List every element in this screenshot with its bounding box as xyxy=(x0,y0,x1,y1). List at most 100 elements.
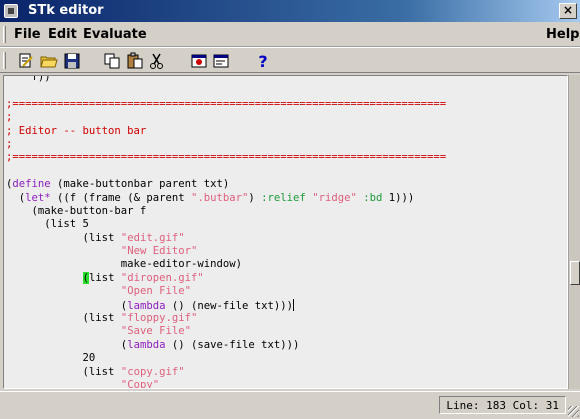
code-line: (list "copy.gif" xyxy=(6,366,446,379)
code-token: (make-buttonbar parent txt) xyxy=(50,178,230,191)
code-line: (list "floppy.gif" xyxy=(6,312,446,325)
code-token: (make-button-bar f xyxy=(6,204,147,217)
code-token: make-editor-window) xyxy=(6,258,242,271)
code-token-comment: ; xyxy=(6,111,13,124)
code-line: make-editor-window) xyxy=(6,258,446,271)
toolbar: ? xyxy=(0,47,580,73)
resize-grip[interactable] xyxy=(568,406,579,417)
title-bar[interactable]: STk editor × xyxy=(0,0,580,22)
code-token-kw: define xyxy=(12,178,51,191)
code-token: (list 5 xyxy=(6,218,89,231)
cut-button[interactable] xyxy=(148,52,166,70)
col-number: 31 xyxy=(545,399,559,412)
code-token-sym: :bd xyxy=(363,191,383,204)
open-file-button[interactable] xyxy=(40,52,58,70)
code-line: ;=======================================… xyxy=(6,151,446,164)
code-text[interactable]: f)) ;===================================… xyxy=(6,75,446,389)
new-editor-button[interactable] xyxy=(17,52,35,70)
code-line: (list "diropen.gif" xyxy=(6,271,446,285)
copy-icon xyxy=(104,53,120,69)
code-token-comment: ;=======================================… xyxy=(6,151,447,164)
code-line: (let* ((f (frame (& parent ".butbar") :r… xyxy=(6,192,446,205)
code-token-str: "Open File" xyxy=(120,285,191,298)
help-icon: ? xyxy=(258,52,267,70)
code-line: (make-button-bar f xyxy=(6,205,446,218)
line-label: Line: xyxy=(446,399,480,412)
code-line: (list 5 xyxy=(6,218,446,231)
paste-icon xyxy=(127,52,143,69)
code-line: (define (make-buttonbar parent txt) xyxy=(6,178,446,191)
copy-button[interactable] xyxy=(103,52,121,70)
code-line: (lambda () (save-file txt))) xyxy=(6,339,446,352)
code-token-str: "edit.gif" xyxy=(120,231,185,244)
code-token: ( xyxy=(6,338,128,351)
code-token: 1))) xyxy=(382,191,415,204)
code-line: 20 xyxy=(6,352,446,365)
load-button[interactable] xyxy=(190,52,208,70)
code-token-str: "New Editor" xyxy=(120,245,198,258)
vertical-scrollbar[interactable] xyxy=(568,75,580,389)
code-token: (list xyxy=(6,231,121,244)
code-token-sym: :relief xyxy=(261,191,306,204)
menu-file[interactable]: File xyxy=(14,27,41,42)
paste-button[interactable] xyxy=(126,52,144,70)
window-icon xyxy=(213,54,229,68)
code-token: () (save-file txt))) xyxy=(165,338,300,351)
help-button[interactable]: ? xyxy=(254,52,272,70)
col-label: Col: xyxy=(512,399,540,412)
code-line: "New Editor" xyxy=(6,245,446,258)
save-file-button[interactable] xyxy=(63,52,81,70)
code-token: (list xyxy=(6,365,121,378)
status-bar: Line: 183 Col: 31 xyxy=(0,391,580,419)
window-title: STk editor xyxy=(28,3,104,18)
code-line: ; xyxy=(6,138,446,151)
menu-edit[interactable]: Edit xyxy=(48,27,77,42)
code-line: ;=======================================… xyxy=(6,98,446,111)
code-line: "Open File" xyxy=(6,285,446,298)
close-window-button[interactable]: × xyxy=(559,3,577,19)
code-token-comment: ; xyxy=(6,137,13,150)
load-icon xyxy=(191,54,207,68)
code-editor[interactable]: f)) ;===================================… xyxy=(3,75,568,389)
line-number: 183 xyxy=(486,399,506,412)
menubar-grip xyxy=(3,26,6,43)
code-token-str: "floppy.gif" xyxy=(120,312,198,325)
code-token: ) xyxy=(248,191,262,204)
code-token-str: "Save File" xyxy=(120,325,191,338)
code-line: f)) xyxy=(6,75,446,84)
code-token: ((f (frame (& parent xyxy=(50,191,191,204)
menu-bar: File Edit Evaluate Help xyxy=(0,22,580,47)
toolbar-grip xyxy=(3,52,6,69)
svg-text:?: ? xyxy=(258,52,267,70)
menu-help[interactable]: Help xyxy=(546,27,579,42)
cut-icon xyxy=(150,53,163,69)
menu-evaluate[interactable]: Evaluate xyxy=(83,27,147,42)
text-caret xyxy=(293,298,295,311)
open-file-icon xyxy=(40,56,58,68)
code-token-str: "copy.gif" xyxy=(120,365,185,378)
code-token-kw: let* xyxy=(25,191,51,204)
code-token: f)) xyxy=(6,75,51,83)
code-line: ; xyxy=(6,111,446,124)
code-token-str: ".butbar" xyxy=(190,191,249,204)
code-line: (list "edit.gif" xyxy=(6,232,446,245)
code-token: (list xyxy=(6,312,121,325)
code-token: ( xyxy=(6,299,128,312)
code-token: ( xyxy=(6,191,26,204)
code-line: "Save File" xyxy=(6,325,446,338)
scrollbar-thumb[interactable] xyxy=(570,261,580,285)
window-button[interactable] xyxy=(212,52,230,70)
code-token-str: "Copy" xyxy=(120,378,160,389)
app-icon[interactable] xyxy=(4,4,18,18)
code-token-comment: ; Editor -- button bar xyxy=(6,124,147,137)
code-token-comment: ;=======================================… xyxy=(6,97,447,110)
code-token: 20 xyxy=(6,352,96,365)
save-file-icon xyxy=(64,53,80,69)
